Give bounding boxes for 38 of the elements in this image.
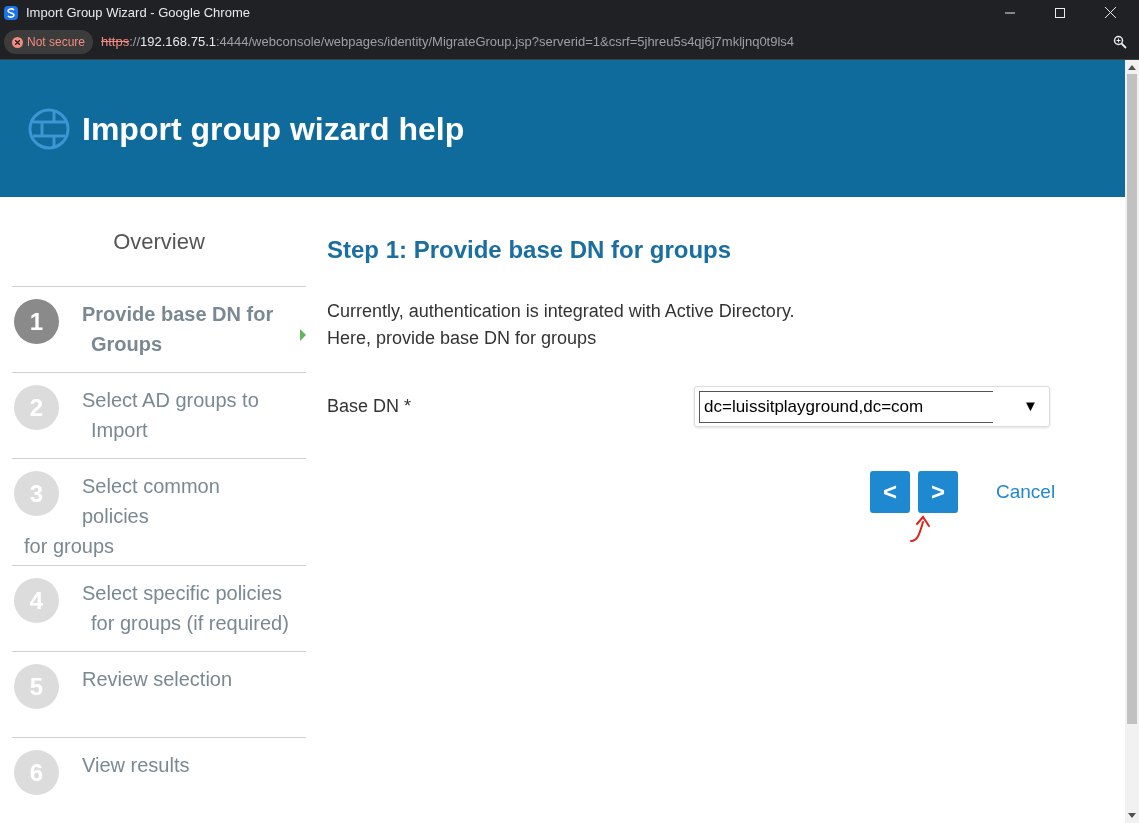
zoom-icon[interactable] <box>1113 35 1127 49</box>
scroll-up-icon[interactable] <box>1128 65 1136 70</box>
next-button[interactable]: > <box>918 471 958 513</box>
scroll-down-icon[interactable] <box>1128 813 1136 818</box>
step-label: Select AD groups to <box>82 388 259 413</box>
caret-icon <box>300 329 306 341</box>
step-label: Provide base DN for <box>82 302 274 327</box>
url-field[interactable]: https://192.168.75.1:4444/webconsole/webpages/identity/MigrateGroup.jsp?serverid=1&csrf=5jhreu5s4qj6j7mkljnq0t9ls4 <box>101 32 1105 52</box>
scrollbar-thumb[interactable] <box>1127 74 1137 724</box>
security-badge[interactable]: Not secure <box>4 30 94 54</box>
scrollbar[interactable] <box>1125 60 1139 823</box>
page-title: Import group wizard help <box>82 109 465 149</box>
maximize-icon <box>1055 7 1065 18</box>
cancel-link[interactable]: Cancel <box>996 477 1056 507</box>
step-label: Import <box>90 418 149 443</box>
base-dn-dropdown[interactable]: dc=luissitplayground,dc=com ▼ <box>694 386 1050 427</box>
step-label: Select specific policies <box>82 581 284 606</box>
step-label: Groups <box>90 332 164 357</box>
step-label: for groups <box>24 534 116 559</box>
warning-icon <box>12 36 23 48</box>
app-logo-icon <box>4 5 18 20</box>
step-label: View results <box>82 753 190 778</box>
window-title: Import Group Wizard - Google Chrome <box>26 3 251 22</box>
description-text: Currently, authentication is integrated with Active Directory. <box>327 300 796 323</box>
step-label: Select common <box>82 474 220 499</box>
back-button[interactable]: < <box>870 471 910 513</box>
step-item[interactable]: 1 Provide base DN for Groups <box>12 286 306 372</box>
step-heading: Step 1: Provide base DN for groups <box>327 235 733 265</box>
step-number-badge: 1 <box>14 299 59 344</box>
globe-icon <box>28 107 70 150</box>
description-text: Here, provide base DN for groups <box>327 327 598 350</box>
sidebar-title: Overview <box>112 228 206 256</box>
step-label: policies <box>82 504 150 529</box>
step-label: Review selection <box>82 667 233 692</box>
dropdown-arrow: ▼ <box>1023 396 1038 417</box>
step-label: for groups (if required) <box>90 611 289 636</box>
field-label: Base DN * <box>327 395 413 418</box>
close-icon <box>1104 7 1116 18</box>
